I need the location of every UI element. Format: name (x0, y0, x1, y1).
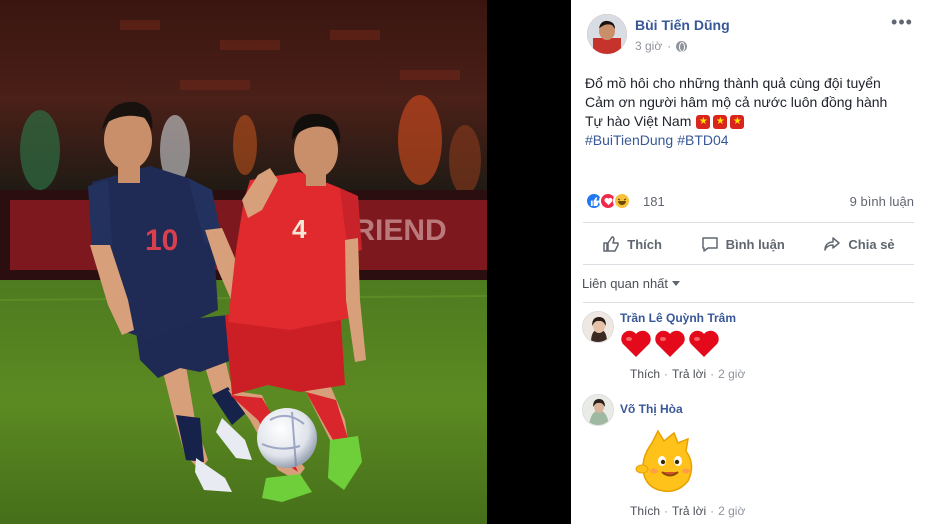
sort-label: Liên quan nhất (582, 276, 669, 291)
comment-like-link[interactable]: Thích (630, 367, 660, 381)
comment-time[interactable]: 2 giờ (718, 367, 745, 381)
comment-item: Trần Lê Quỳnh Trâm Thích · Trả lời · 2 g… (582, 311, 916, 381)
qoobee-sticker[interactable] (634, 429, 704, 493)
thumbs-up-icon (603, 236, 620, 252)
comment-label: Bình luận (725, 236, 785, 252)
divider (583, 302, 914, 303)
author-avatar[interactable] (587, 14, 627, 54)
comment-time[interactable]: 2 giờ (718, 504, 745, 518)
vietnam-flag-icon (696, 114, 711, 129)
action-bar: Thích Bình luận Chia sẻ (583, 228, 914, 260)
comment-count[interactable]: 9 bình luận (850, 194, 914, 209)
more-options-button[interactable]: ••• (890, 12, 914, 34)
post-line-3: Tự hào Việt Nam (585, 112, 915, 131)
reaction-count[interactable]: 181 (643, 194, 665, 209)
post-line-2: Cảm ơn người hâm mộ cả nước luôn đồng hà… (585, 93, 915, 112)
football-photo: FRIEND 10 4 (0, 0, 487, 524)
comment-item: Võ Thị Hòa Thích · Trả lời · 2 giờ (582, 394, 916, 524)
separator-dot: · (664, 504, 669, 518)
divider (583, 222, 914, 223)
comment-button[interactable]: Bình luận (691, 228, 795, 260)
share-button[interactable]: Chia sẻ (813, 228, 904, 260)
share-icon (824, 237, 841, 251)
post-time[interactable]: 3 giờ (635, 39, 662, 53)
post-photo[interactable]: FRIEND 10 4 (0, 0, 487, 524)
globe-icon (676, 40, 688, 52)
post-meta: 3 giờ · (635, 39, 688, 53)
separator-dot: · (667, 39, 672, 53)
author-name[interactable]: Bùi Tiến Dũng (635, 17, 730, 33)
comment-sort-dropdown[interactable]: Liên quan nhất (582, 276, 681, 291)
post-line-text: Tự hào Việt Nam (585, 113, 692, 129)
comment-actions: Thích · Trả lời · 2 giờ (630, 504, 745, 518)
comment-reply-link[interactable]: Trả lời (672, 367, 706, 381)
separator-dot: · (710, 367, 715, 381)
vietnam-flag-icon (730, 114, 745, 129)
hashtag-link[interactable]: #BuiTienDung (585, 131, 673, 150)
share-label: Chia sẻ (848, 236, 895, 252)
like-button[interactable]: Thích (592, 228, 672, 260)
hashtag-link[interactable]: #BTD04 (677, 131, 728, 150)
commenter-name[interactable]: Võ Thị Hòa (620, 402, 683, 416)
reaction-summary: 181 9 bình luận (585, 191, 914, 213)
caret-down-icon (672, 281, 681, 286)
more-dots-icon: ••• (891, 12, 913, 32)
haha-reaction-icon (613, 192, 631, 210)
divider (583, 264, 914, 265)
commenter-name[interactable]: Trần Lê Quỳnh Trâm (620, 311, 736, 325)
comment-actions: Thích · Trả lời · 2 giờ (630, 367, 745, 381)
player-blue-number: 10 (145, 224, 178, 257)
photo-divider (487, 0, 571, 524)
post-panel: Bùi Tiến Dũng 3 giờ · ••• Đổ mồ hôi cho … (571, 0, 926, 524)
post-text: Đổ mồ hôi cho những thành quả cùng đội t… (585, 74, 915, 150)
post-hashtags: #BuiTienDung #BTD04 (585, 131, 915, 150)
like-label: Thích (627, 236, 662, 252)
commenter-avatar[interactable] (582, 394, 614, 426)
soccer-ball (257, 408, 317, 468)
separator-dot: · (710, 504, 715, 518)
comment-like-link[interactable]: Thích (630, 504, 660, 518)
reaction-icons[interactable] (585, 192, 631, 210)
heart-emoji-row (620, 329, 720, 359)
separator-dot: · (664, 367, 669, 381)
player-red-number: 4 (292, 214, 307, 244)
heart-icon (689, 330, 719, 357)
heart-icon (655, 330, 685, 357)
post-line-text: Đổ mồ hôi cho những thành quả cùng đội t… (585, 75, 881, 91)
heart-icon (621, 330, 651, 357)
post-line-1: Đổ mồ hôi cho những thành quả cùng đội t… (585, 74, 915, 93)
post-line-text: Cảm ơn người hâm mộ cả nước luôn đồng hà… (585, 94, 888, 110)
vietnam-flag-icon (713, 114, 728, 129)
comment-icon (701, 237, 718, 252)
post-header: Bùi Tiến Dũng 3 giờ · ••• (587, 12, 916, 56)
comment-reply-link[interactable]: Trả lời (672, 504, 706, 518)
commenter-avatar[interactable] (582, 311, 614, 343)
